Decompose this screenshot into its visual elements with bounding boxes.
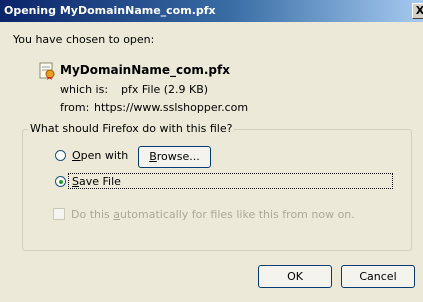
- file-source-label: from:: [60, 101, 90, 114]
- file-source-url: https://www.sslshopper.com: [94, 101, 249, 114]
- action-groupbox: [22, 129, 412, 251]
- dialog-body: You have chosen to open: MyDomainName_co…: [0, 22, 423, 302]
- action-group-legend: What should Firefox do with this file?: [28, 122, 235, 135]
- save-file-label[interactable]: Save File: [72, 175, 121, 188]
- browse-button[interactable]: Browse...: [138, 146, 211, 168]
- save-file-radio[interactable]: [55, 176, 66, 187]
- close-button[interactable]: X: [412, 3, 423, 19]
- auto-action-checkbox[interactable]: [53, 208, 65, 220]
- auto-action-label: Do this automatically for files like thi…: [71, 208, 355, 221]
- title-bar[interactable]: Opening MyDomainName_com.pfx X: [0, 0, 423, 22]
- window-title: Opening MyDomainName_com.pfx: [4, 4, 216, 17]
- file-type-value: pfx File (2.9 KB): [121, 83, 209, 96]
- file-name: MyDomainName_com.pfx: [60, 63, 230, 77]
- cancel-button[interactable]: Cancel: [341, 265, 415, 288]
- certificate-file-icon: [39, 62, 55, 80]
- ok-button[interactable]: OK: [258, 265, 332, 288]
- intro-text: You have chosen to open:: [13, 33, 155, 46]
- file-type-label: which is:: [60, 83, 109, 96]
- open-with-label[interactable]: Open with: [72, 149, 128, 162]
- open-with-radio[interactable]: [55, 150, 66, 161]
- radio-selected-dot: [58, 179, 63, 184]
